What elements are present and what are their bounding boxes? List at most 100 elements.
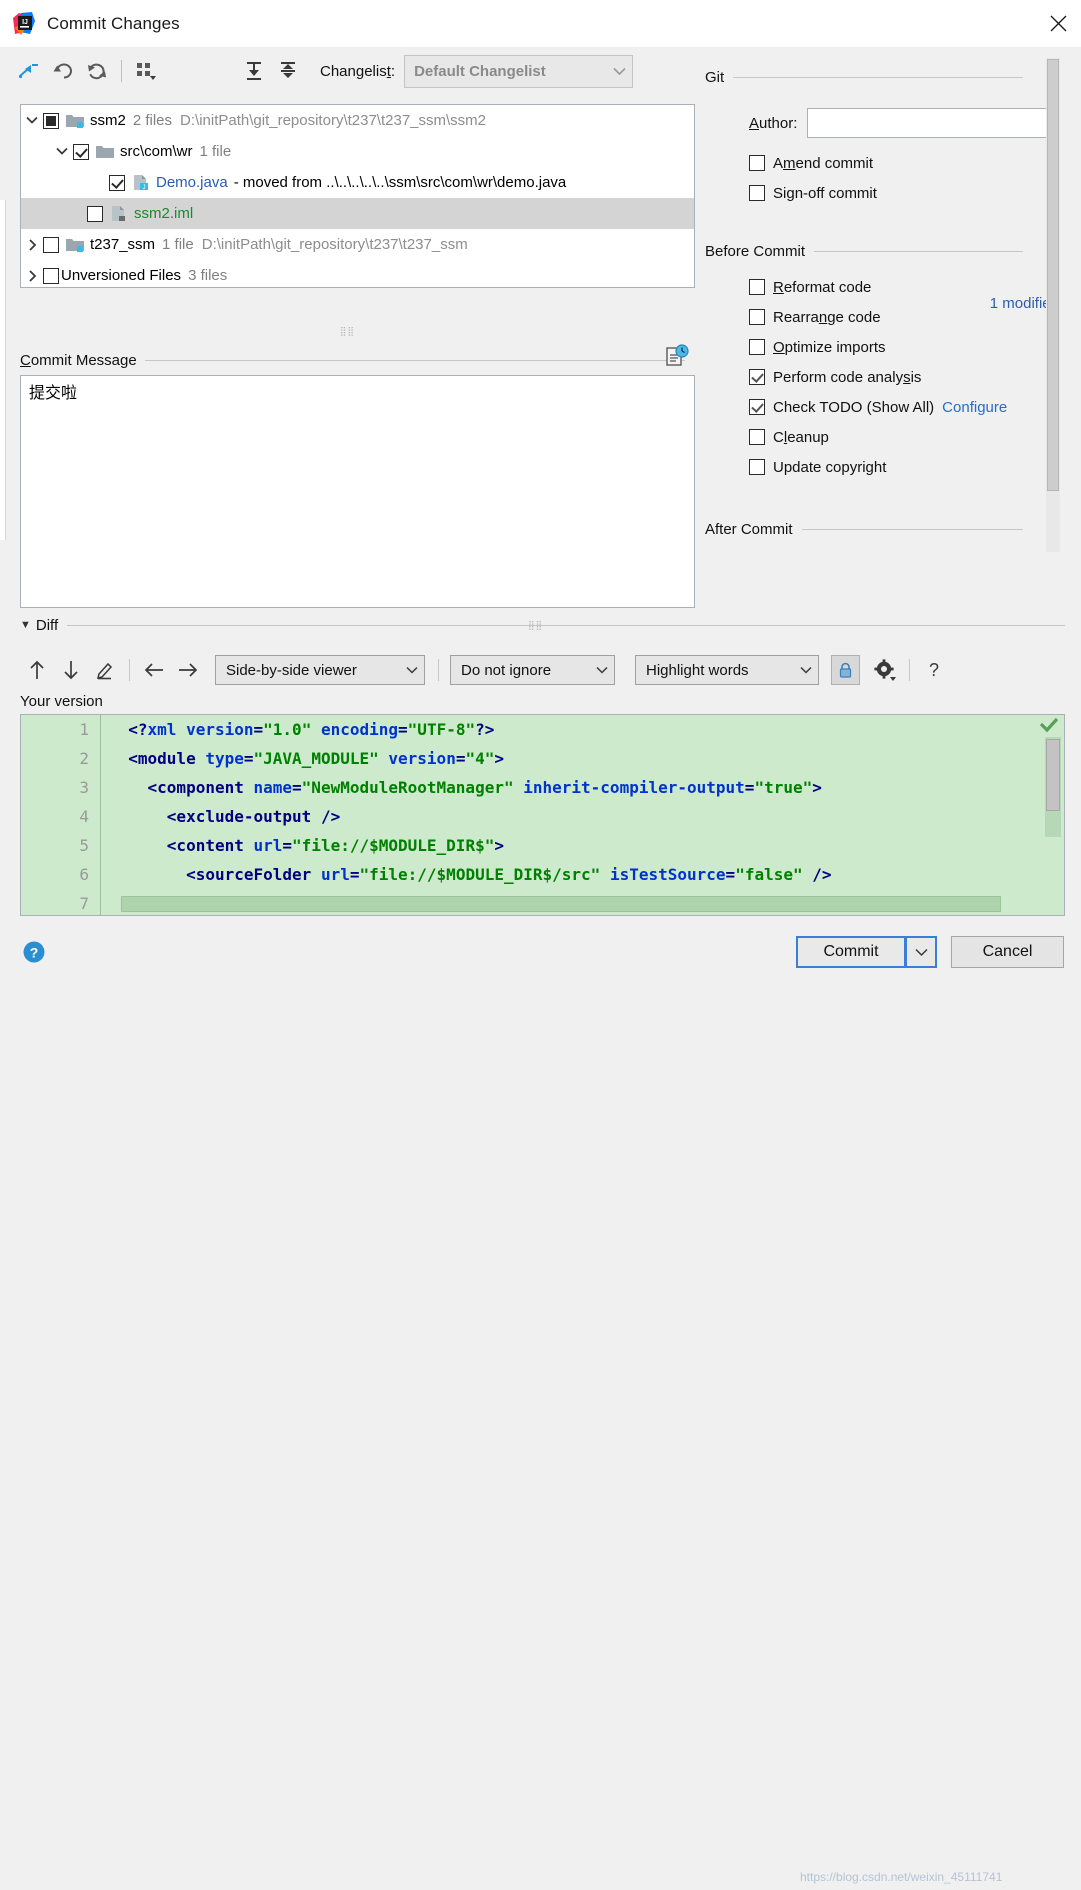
question-mark-icon[interactable]: ?: [917, 655, 951, 685]
code-token: =: [243, 749, 254, 768]
row-name: Unversioned Files: [61, 267, 182, 284]
options-scrollbar-thumb[interactable]: [1047, 59, 1059, 491]
cleanup-checkbox-row[interactable]: Cleanup: [749, 422, 1081, 452]
line-number: 7: [79, 894, 89, 913]
table-row[interactable]: ssm2.iml: [21, 198, 694, 229]
table-row[interactable]: J Demo.java - moved from ..\..\..\..\..\…: [21, 167, 694, 198]
collapse-selection-icon[interactable]: [12, 56, 46, 86]
help-icon[interactable]: ?: [22, 940, 46, 964]
highlight-mode-value: Highlight words: [646, 661, 749, 679]
diff-code-area[interactable]: <?xml version="1.0" encoding="UTF-8"?> <…: [102, 715, 1064, 915]
cancel-button[interactable]: Cancel: [951, 936, 1064, 968]
revert-icon[interactable]: [46, 56, 80, 86]
diff-horizontal-scrollbar[interactable]: [121, 896, 1001, 912]
chevron-down-icon[interactable]: [21, 116, 43, 125]
author-field[interactable]: [807, 108, 1048, 138]
git-section-title: Git: [705, 68, 725, 86]
optimize-imports-label: Optimize imports: [773, 338, 886, 356]
chevron-right-icon[interactable]: [21, 269, 43, 282]
chevron-right-icon[interactable]: [21, 238, 43, 251]
row-name: ssm2: [90, 112, 126, 129]
rearrange-code-checkbox[interactable]: [749, 309, 765, 325]
refresh-icon[interactable]: [80, 56, 114, 86]
table-row[interactable]: ssm2 2 files D:\initPath\git_repository\…: [21, 105, 694, 136]
whitespace-mode-dropdown[interactable]: Do not ignore: [450, 655, 615, 685]
svg-text:J: J: [143, 185, 146, 191]
apply-right-icon[interactable]: [171, 655, 205, 685]
chevron-down-icon: [400, 666, 424, 674]
update-copyright-checkbox-row[interactable]: Update copyright: [749, 452, 1081, 482]
rearrange-code-label: Rearrange code: [773, 308, 881, 326]
group-by-icon[interactable]: [129, 56, 163, 86]
row-checkbox[interactable]: [87, 205, 103, 222]
check-todo-checkbox[interactable]: [749, 399, 765, 415]
before-commit-section-title: Before Commit: [705, 242, 806, 260]
collapse-all-icon[interactable]: [271, 56, 305, 86]
table-row[interactable]: src\com\wr 1 file: [21, 136, 694, 167]
dialog-footer: ? Commit Cancel https://blog.csdn.net/we…: [0, 924, 1081, 1884]
amend-commit-checkbox[interactable]: [749, 155, 765, 171]
diff-code-line: <content url="file://$MODULE_DIR$">: [102, 831, 1064, 860]
sign-off-commit-checkbox-row[interactable]: Sign-off commit: [749, 178, 1081, 208]
row-path: D:\initPath\git_repository\t237\t237_ssm: [201, 236, 468, 253]
gear-icon[interactable]: [868, 655, 902, 685]
optimize-imports-checkbox[interactable]: [749, 339, 765, 355]
code-token: =: [744, 778, 755, 797]
tree-commit-splitter[interactable]: ⣿⣿: [0, 324, 695, 338]
triangle-down-icon[interactable]: ▼: [20, 619, 31, 631]
perform-code-analysis-checkbox[interactable]: [749, 369, 765, 385]
row-checkbox[interactable]: [43, 236, 59, 253]
update-copyright-checkbox[interactable]: [749, 459, 765, 475]
code-token: "file://$MODULE_DIR$/src": [359, 865, 601, 884]
reformat-code-checkbox[interactable]: [749, 279, 765, 295]
edit-source-icon[interactable]: [88, 655, 122, 685]
row-checkbox[interactable]: [109, 174, 125, 191]
diff-code-line: <sourceFolder url = "file://$MODULE_DIR$/s…: [102, 860, 1064, 889]
chevron-down-icon[interactable]: [51, 147, 73, 156]
highlight-mode-dropdown[interactable]: Highlight words: [635, 655, 819, 685]
optimize-imports-checkbox-row[interactable]: Optimize imports: [749, 332, 1081, 362]
intellij-idea-logo-icon: IJ: [12, 11, 36, 36]
row-checkbox[interactable]: [43, 112, 59, 129]
code-token: =: [725, 865, 736, 884]
rearrange-code-checkbox-row[interactable]: Rearrange code: [749, 302, 1081, 332]
perform-code-analysis-checkbox-row[interactable]: Perform code analysis: [749, 362, 1081, 392]
diff-splitter-dots-icon[interactable]: ⣿⣿: [528, 621, 543, 630]
changed-files-tree[interactable]: ssm2 2 files D:\initPath\git_repository\…: [20, 104, 695, 288]
amend-commit-checkbox-row[interactable]: Amend commit: [749, 148, 1081, 178]
row-checkbox[interactable]: [73, 143, 89, 160]
chevron-down-icon: [590, 666, 614, 674]
code-token: >: [812, 778, 822, 797]
viewer-mode-dropdown[interactable]: Side-by-side viewer: [215, 655, 425, 685]
commit-options-panel: Git Author: Amend commit Sign-off commit…: [705, 56, 1081, 612]
previous-difference-icon[interactable]: [20, 655, 54, 685]
java-file-icon: J: [131, 174, 151, 191]
cleanup-checkbox[interactable]: [749, 429, 765, 445]
diff-code-line: <?xml version="1.0" encoding="UTF-8"?>: [102, 715, 1064, 744]
next-difference-icon[interactable]: [54, 655, 88, 685]
line-number-gutter: 1 2 3 4 5 6 7: [21, 715, 101, 915]
iml-file-icon: [109, 205, 129, 222]
changelist-dropdown[interactable]: Default Changelist: [404, 54, 634, 88]
code-token: url: [320, 865, 350, 884]
expand-all-icon[interactable]: [237, 56, 271, 86]
diff-viewer[interactable]: 1 2 3 4 5 6 7 <?xml version="1.0" encodi…: [20, 714, 1065, 916]
diff-vertical-scrollbar-thumb[interactable]: [1046, 739, 1060, 811]
sign-off-commit-checkbox[interactable]: [749, 185, 765, 201]
commit-dropdown-button[interactable]: [905, 936, 937, 968]
close-icon[interactable]: [1035, 0, 1081, 46]
table-row[interactable]: t237_ssm 1 file D:\initPath\git_reposito…: [21, 229, 694, 260]
apply-left-icon[interactable]: [137, 655, 171, 685]
check-todo-checkbox-row[interactable]: Check TODO (Show All) Configure: [749, 392, 1081, 422]
commit-button[interactable]: Commit: [796, 936, 906, 968]
row-checkbox[interactable]: [43, 267, 59, 284]
reformat-code-checkbox-row[interactable]: Reformat code: [749, 272, 1081, 302]
lock-icon[interactable]: [831, 655, 860, 685]
configure-todo-link[interactable]: Configure: [942, 399, 1007, 416]
commit-history-icon[interactable]: [664, 343, 690, 369]
table-row[interactable]: Unversioned Files 3 files: [21, 260, 694, 287]
commit-message-input[interactable]: 提交啦: [20, 375, 695, 608]
